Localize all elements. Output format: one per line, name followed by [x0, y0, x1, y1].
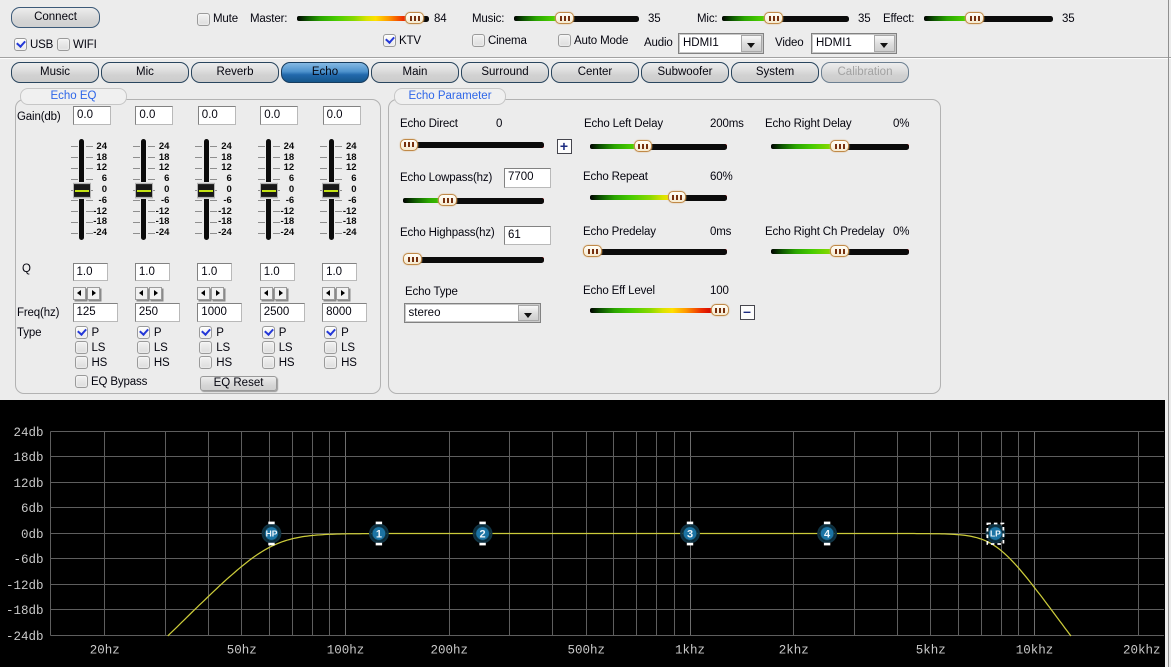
svg-text:4: 4 [824, 529, 831, 541]
svg-text:6db: 6db [21, 502, 44, 516]
svg-text:100hz: 100hz [327, 644, 365, 658]
svg-text:2khz: 2khz [779, 644, 809, 658]
svg-text:12db: 12db [13, 477, 43, 491]
svg-text:-6db: -6db [13, 553, 43, 567]
svg-text:18db: 18db [13, 451, 43, 465]
svg-text:LP: LP [990, 529, 1001, 539]
svg-text:10khz: 10khz [1016, 644, 1054, 658]
svg-text:200hz: 200hz [430, 644, 468, 658]
svg-text:1khz: 1khz [675, 644, 705, 658]
svg-text:3: 3 [687, 529, 693, 541]
svg-text:HP: HP [266, 529, 278, 539]
svg-text:-18db: -18db [6, 604, 44, 618]
svg-text:1: 1 [376, 529, 382, 541]
svg-text:-24db: -24db [6, 630, 44, 644]
svg-text:-12db: -12db [6, 579, 44, 593]
svg-text:20khz: 20khz [1123, 644, 1161, 658]
svg-text:2: 2 [480, 529, 486, 541]
svg-text:24db: 24db [13, 426, 43, 440]
svg-text:50hz: 50hz [227, 644, 257, 658]
svg-text:0db: 0db [21, 528, 44, 542]
svg-text:20hz: 20hz [90, 644, 120, 658]
svg-text:5khz: 5khz [916, 644, 946, 658]
svg-text:500hz: 500hz [568, 644, 606, 658]
